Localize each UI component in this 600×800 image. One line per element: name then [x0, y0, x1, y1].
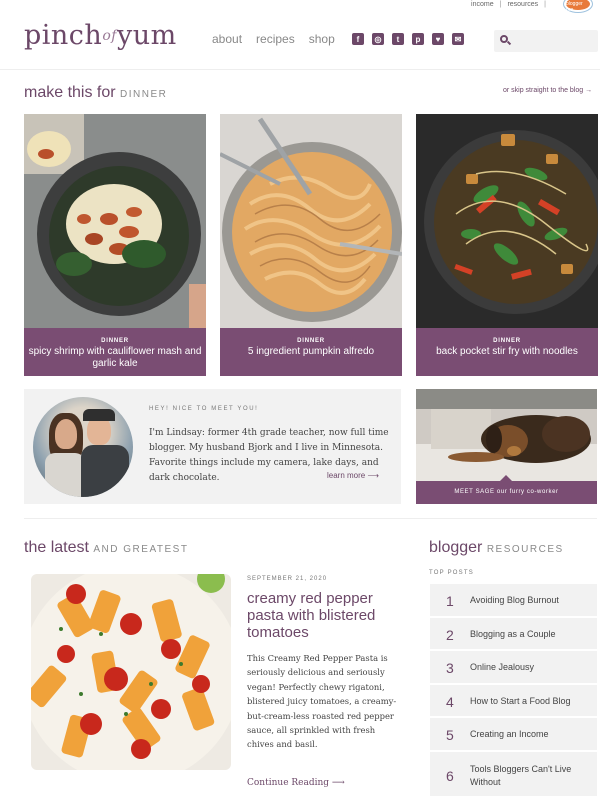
list-item-label: Blogging as a Couple — [470, 628, 556, 639]
list-item[interactable]: 6 Tools Bloggers Can't Live Without — [430, 751, 597, 798]
post-excerpt: This Creamy Red Pepper Pasta is seriousl… — [247, 653, 397, 750]
search-input[interactable] — [512, 30, 596, 52]
avatar-figure — [55, 419, 77, 449]
recipe-title: back pocket stir fry with noodles — [436, 346, 578, 357]
recipe-photo — [24, 114, 206, 328]
pinterest-icon[interactable]: p — [412, 33, 424, 45]
list-item[interactable]: 4 How to Start a Food Blog — [430, 684, 597, 719]
resources-heading-small: RESOURCES — [486, 544, 564, 555]
post-photo[interactable] — [31, 574, 231, 770]
recipe-category: DINNER — [101, 338, 129, 344]
recipe-card[interactable]: DINNER spicy shrimp with cauliflower mas… — [24, 114, 206, 376]
list-item-label: How to Start a Food Blog — [470, 695, 571, 706]
featured-heading: make this for DINNER — [24, 84, 167, 102]
logo-word: yum — [116, 20, 177, 51]
section-divider — [24, 518, 597, 519]
email-icon[interactable]: ✉ — [452, 33, 464, 45]
resources-heading: blogger RESOURCES — [429, 539, 564, 557]
recipe-photo — [416, 114, 598, 328]
twitter-icon[interactable]: t — [392, 33, 404, 45]
recipe-card[interactable]: DINNER 5 ingredient pumpkin alfredo — [220, 114, 402, 376]
about-panel: HEY! NICE TO MEET YOU! I'm Lindsay: form… — [24, 389, 401, 504]
post-date: SEPTEMBER 21, 2020 — [247, 576, 328, 582]
income-link[interactable]: income — [471, 1, 494, 8]
list-item[interactable]: 3 Online Jealousy — [430, 651, 597, 685]
instagram-icon[interactable]: ◎ — [372, 33, 384, 45]
resources-link[interactable]: resources — [507, 1, 538, 8]
main-nav: about recipes shop — [212, 32, 335, 46]
latest-heading-small: AND GREATEST — [93, 544, 189, 555]
avatar — [33, 397, 133, 497]
recipe-title: 5 ingredient pumpkin alfredo — [247, 346, 375, 357]
search-box — [494, 30, 598, 52]
dog-photo — [416, 389, 597, 481]
divider: | — [544, 0, 546, 8]
latest-heading-main: the latest — [24, 539, 89, 556]
list-item-label: Creating an Income — [470, 729, 549, 740]
latest-heading: the latest AND GREATEST — [24, 539, 188, 557]
list-item-number: 3 — [446, 660, 454, 677]
recipe-title: spicy shrimp with cauliflower mash and g… — [28, 346, 202, 369]
meet-sage-card[interactable]: MEET SAGE our furry co-worker — [416, 389, 597, 504]
facebook-icon[interactable]: f — [352, 33, 364, 45]
recipe-caption: DINNER spicy shrimp with cauliflower mas… — [24, 328, 206, 376]
recipe-category: DINNER — [493, 338, 521, 344]
recipe-category: DINNER — [297, 338, 325, 344]
recipe-caption: DINNER 5 ingredient pumpkin alfredo — [220, 328, 402, 376]
list-item-number: 2 — [446, 626, 454, 643]
list-item-number: 4 — [446, 693, 454, 710]
divider: | — [499, 0, 502, 8]
recipe-caption: DINNER back pocket stir fry with noodles — [416, 328, 598, 376]
list-item-label: Avoiding Blog Burnout — [470, 595, 559, 605]
greeting: HEY! NICE TO MEET YOU! — [149, 406, 259, 412]
search-icon[interactable] — [500, 35, 508, 43]
top-posts-label: TOP POSTS — [429, 570, 474, 576]
avatar-figure — [81, 445, 129, 497]
avatar-figure — [45, 453, 85, 497]
logo-word: pinch — [24, 20, 103, 51]
nav-shop[interactable]: shop — [309, 32, 335, 46]
avatar-figure — [83, 409, 115, 421]
post-title[interactable]: creamy red pepper pasta with blistered t… — [247, 590, 397, 641]
skip-to-blog-link[interactable]: or skip straight to the blog — [503, 87, 592, 94]
heart-icon[interactable]: ♥ — [432, 33, 444, 45]
list-item-number: 1 — [446, 593, 454, 609]
social-links: f ◎ t p ♥ ✉ — [352, 33, 464, 45]
featured-heading-small: DINNER — [120, 89, 168, 100]
site-logo[interactable]: pinchofyum — [24, 20, 177, 51]
list-item-label: Online Jealousy — [470, 662, 535, 673]
top-posts-list: 1 Avoiding Blog Burnout 2 Blogging as a … — [430, 584, 597, 798]
recipe-photo — [220, 114, 402, 328]
food-blogger-pro-badge[interactable]: food blogger pro — [564, 0, 592, 13]
list-item-number: 6 — [446, 767, 454, 784]
sage-caption: MEET SAGE our furry co-worker — [416, 475, 597, 504]
site-header: pinchofyum about recipes shop f ◎ t p ♥ … — [0, 14, 600, 70]
recipe-card[interactable]: DINNER back pocket stir fry with noodles — [416, 114, 598, 376]
learn-more-link[interactable]: learn more — [327, 471, 379, 480]
list-item-label: Tools Bloggers Can't Live Without — [470, 763, 572, 787]
nav-about[interactable]: about — [212, 32, 242, 46]
resources-heading-main: blogger — [429, 539, 483, 556]
featured-heading-main: make this for — [24, 84, 116, 101]
list-item[interactable]: 5 Creating an Income — [430, 718, 597, 752]
list-item[interactable]: 1 Avoiding Blog Burnout — [430, 584, 597, 618]
list-item-number: 5 — [446, 727, 454, 744]
continue-reading-link[interactable]: Continue Reading — [247, 778, 345, 788]
logo-word: of — [102, 28, 117, 44]
nav-recipes[interactable]: recipes — [256, 32, 295, 46]
list-item[interactable]: 2 Blogging as a Couple — [430, 617, 597, 652]
